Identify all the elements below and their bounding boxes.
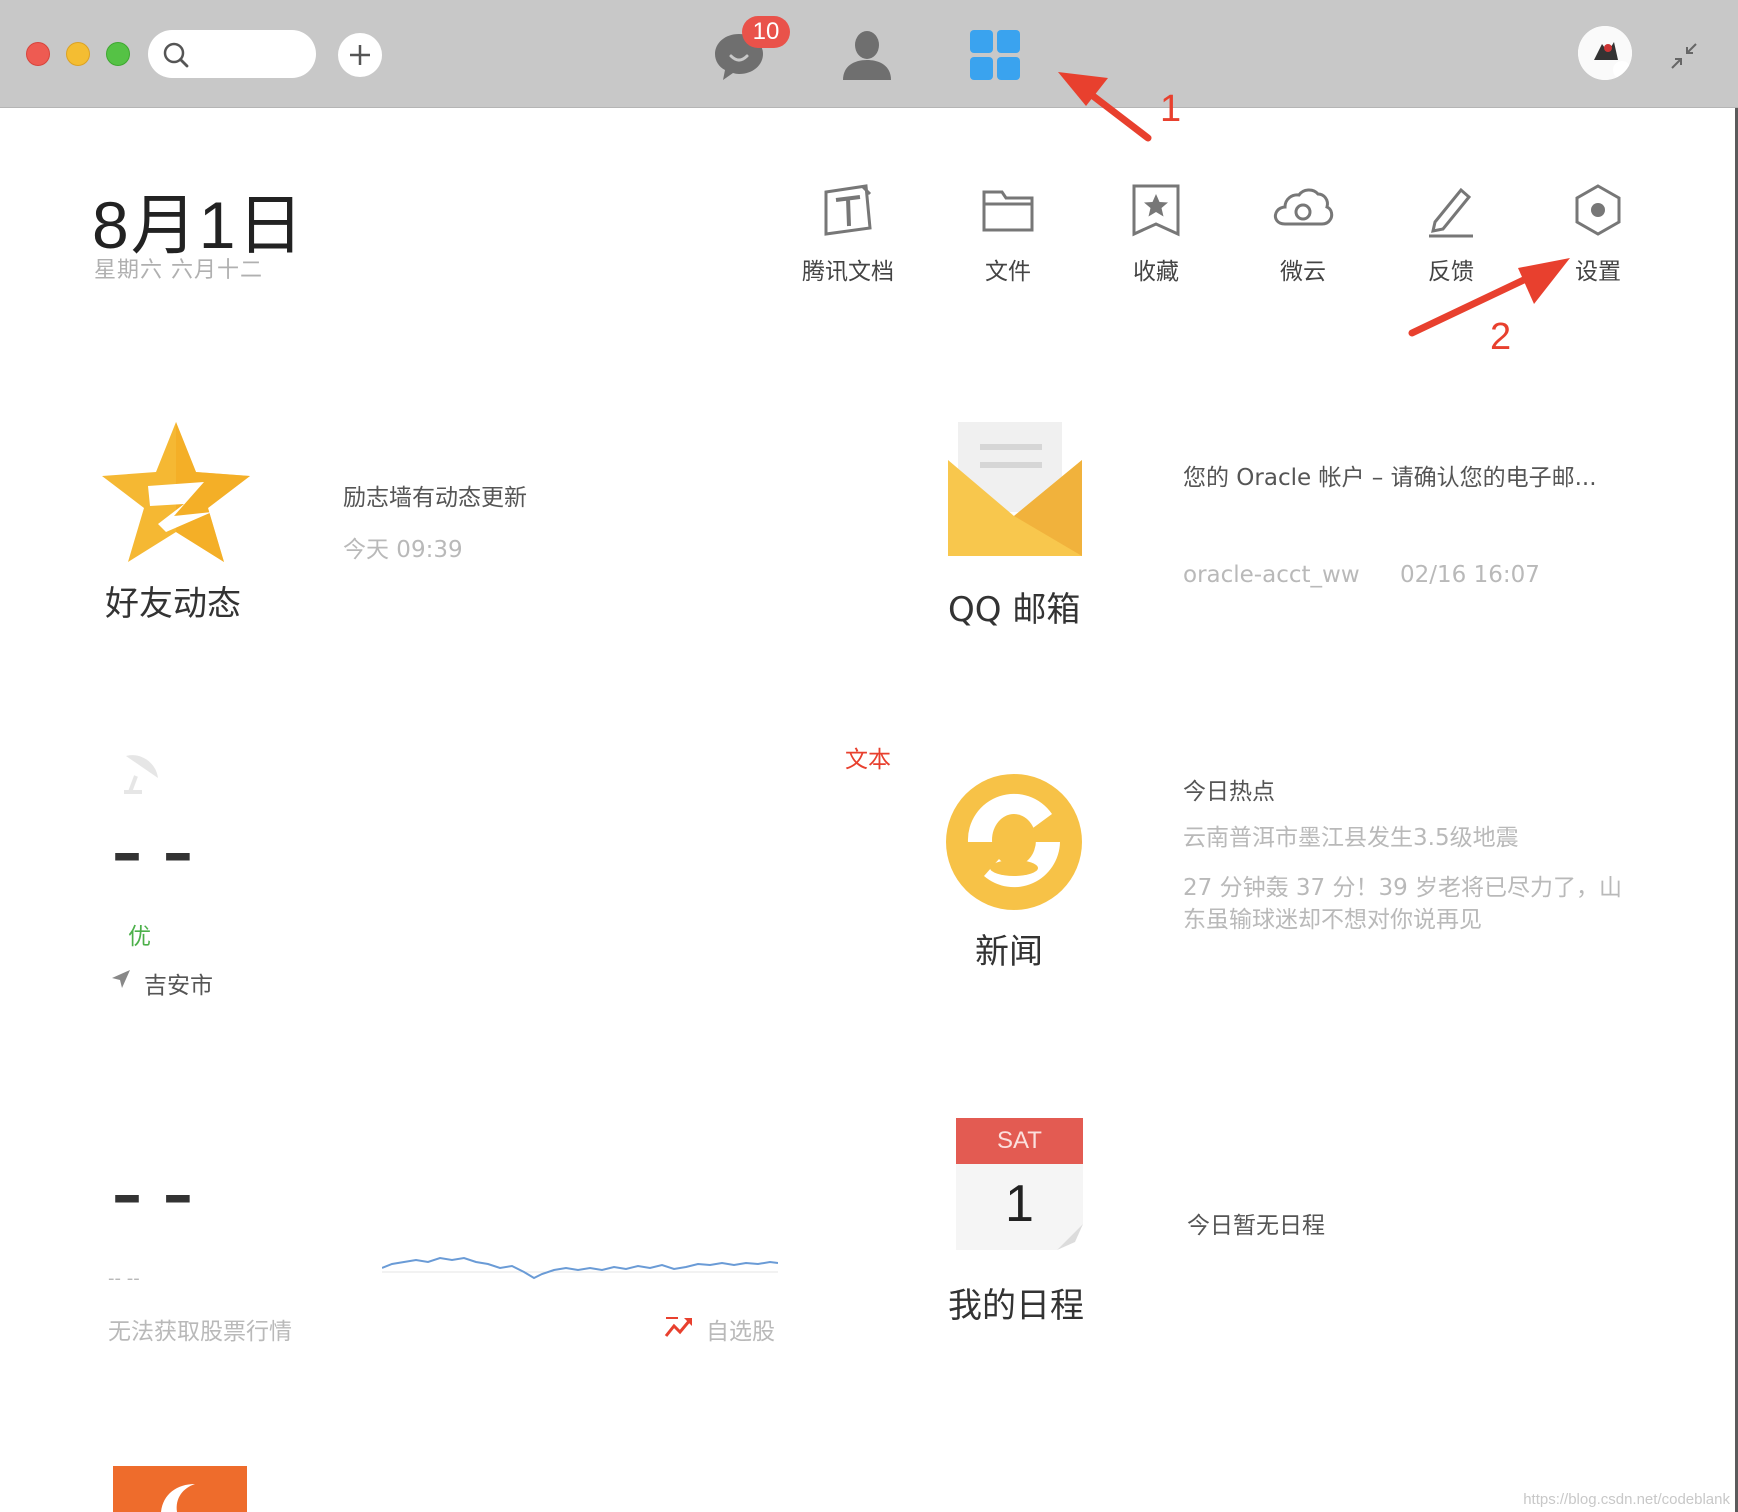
stock-error-message: 无法获取股票行情 — [108, 1319, 292, 1345]
watermark-text: https://blog.csdn.net/codeblank — [1523, 1491, 1730, 1508]
schedule-empty-message: 今日暂无日程 — [1187, 1213, 1325, 1239]
stock-change: -- -- — [108, 1268, 140, 1289]
annotation-number-2: 2 — [1490, 316, 1512, 358]
weather-temperature: – – — [112, 818, 193, 888]
annotation-arrows — [1058, 72, 1570, 337]
air-quality: 优 — [128, 924, 151, 950]
mail-card-title: QQ 邮箱 — [948, 590, 1081, 630]
friends-update-text: 励志墙有动态更新 — [343, 485, 527, 511]
qzone-star-icon — [102, 422, 250, 562]
page-curl-icon — [1057, 1224, 1083, 1250]
friends-card-title: 好友动态 — [105, 584, 241, 624]
watchlist-link[interactable]: 自选股 — [706, 1312, 775, 1346]
weather-text-tag: 文本 — [845, 747, 891, 773]
next-app-icon[interactable] — [113, 1466, 247, 1512]
app-logo-icon — [161, 1484, 195, 1512]
weather-satellite-icon — [124, 755, 158, 794]
stock-sparkline — [382, 1256, 778, 1280]
news-item[interactable]: 云南普洱市墨江县发生3.5级地震 — [1183, 818, 1519, 852]
news-item[interactable]: 27 分钟轰 37 分！39 岁老将已尽力了，山 — [1183, 868, 1622, 902]
calendar-weekday: SAT — [956, 1118, 1083, 1164]
news-card-title: 新闻 — [975, 932, 1043, 972]
annotation-number-1: 1 — [1160, 88, 1182, 130]
location-arrow-icon — [112, 970, 130, 988]
stock-trend-icon — [664, 1317, 692, 1337]
stock-value: – – — [112, 1160, 193, 1230]
mail-time: 02/16 16:07 — [1400, 562, 1540, 588]
friends-update-time: 今天 09:39 — [343, 537, 463, 563]
mail-sender: oracle-acct_ww — [1183, 562, 1360, 588]
mail-subject: 您的 Oracle 帐户 – 请确认您的电子邮... — [1183, 465, 1597, 491]
weather-city: 吉安市 — [144, 973, 213, 999]
news-item-continued[interactable]: 东虽输球迷却不想对你说再见 — [1183, 900, 1482, 934]
news-heading: 今日热点 — [1183, 779, 1275, 805]
schedule-card-title: 我的日程 — [948, 1286, 1084, 1326]
qq-news-icon — [946, 774, 1082, 910]
calendar-icon: SAT 1 — [956, 1118, 1083, 1250]
mail-envelope-icon — [948, 422, 1082, 556]
